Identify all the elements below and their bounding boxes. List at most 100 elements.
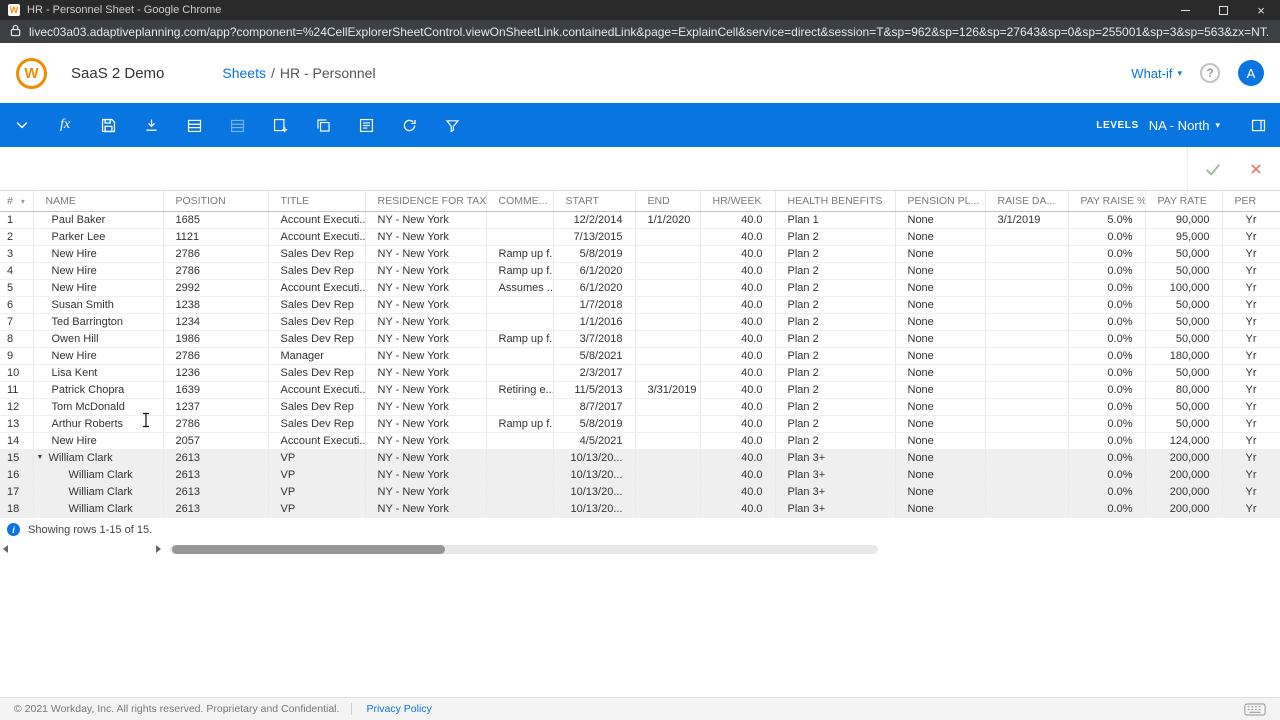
cell-pay_rate[interactable]: 200,000 [1145, 466, 1223, 484]
export-icon[interactable] [141, 115, 161, 135]
cell-per[interactable]: Yr [1222, 228, 1280, 246]
col-header-position[interactable]: POSITION [163, 191, 269, 212]
col-header-hr_week[interactable]: HR/WEEK [700, 191, 776, 212]
cell-per[interactable]: Yr [1222, 364, 1280, 382]
cell-num[interactable]: 7 [0, 313, 34, 331]
cell-residence[interactable]: NY - New York [365, 262, 487, 280]
cell-name[interactable]: Patrick Chopra [33, 381, 164, 399]
cell-pension[interactable]: None [895, 364, 986, 382]
cell-raise_date[interactable] [985, 432, 1069, 450]
cell-name[interactable]: Tom McDonald [33, 398, 164, 416]
filter-icon[interactable] [442, 115, 462, 135]
cell-raise_date[interactable] [985, 279, 1069, 297]
cell-name[interactable]: New Hire [33, 262, 164, 280]
save-icon[interactable] [98, 115, 118, 135]
cell-start[interactable]: 6/1/2020 [553, 262, 636, 280]
cell-hr_week[interactable]: 40.0 [700, 381, 776, 399]
scrollbar-thumb[interactable] [172, 544, 445, 554]
cell-per[interactable]: Yr [1222, 245, 1280, 263]
accept-check-icon[interactable] [1204, 160, 1222, 178]
cell-pension[interactable]: None [895, 398, 986, 416]
cell-end[interactable] [635, 415, 701, 433]
cell-start[interactable]: 4/5/2021 [553, 432, 636, 450]
cell-hr_week[interactable]: 40.0 [700, 262, 776, 280]
cell-start[interactable]: 5/8/2019 [553, 415, 636, 433]
refresh-icon[interactable] [399, 115, 419, 135]
cell-name[interactable]: Susan Smith [33, 296, 164, 314]
cell-start[interactable]: 10/13/20... [553, 483, 636, 501]
cell-position[interactable]: 1238 [163, 296, 269, 314]
collapse-triangle-icon[interactable]: ▼ [37, 454, 44, 461]
cell-comment[interactable] [486, 347, 554, 365]
col-header-comment[interactable]: COMME... [486, 191, 554, 212]
cell-start[interactable]: 8/7/2017 [553, 398, 636, 416]
cell-name[interactable]: New Hire [33, 279, 164, 297]
cell-position[interactable]: 1237 [163, 398, 269, 416]
cell-pension[interactable]: None [895, 483, 986, 501]
cell-name[interactable]: Parker Lee [33, 228, 164, 246]
cell-pay_raise[interactable]: 0.0% [1068, 449, 1146, 467]
cell-name[interactable]: Lisa Kent [33, 364, 164, 382]
cell-per[interactable]: Yr [1222, 466, 1280, 484]
col-header-residence[interactable]: RESIDENCE FOR TAX [365, 191, 487, 212]
cell-end[interactable]: 3/31/2019 [635, 381, 701, 399]
cell-pay_rate[interactable]: 200,000 [1145, 483, 1223, 501]
cell-per[interactable]: Yr [1222, 483, 1280, 501]
cell-health[interactable]: Plan 1 [775, 211, 896, 229]
cell-comment[interactable]: Retiring e... [486, 381, 554, 399]
cell-num[interactable]: 12 [0, 398, 34, 416]
cell-end[interactable] [635, 449, 701, 467]
cell-position[interactable]: 2613 [163, 466, 269, 484]
cell-pay_rate[interactable]: 50,000 [1145, 262, 1223, 280]
cell-comment[interactable] [486, 296, 554, 314]
cell-health[interactable]: Plan 2 [775, 228, 896, 246]
cell-pay_raise[interactable]: 0.0% [1068, 262, 1146, 280]
col-header-end[interactable]: END [635, 191, 701, 212]
col-header-health[interactable]: HEALTH BENEFITS [775, 191, 896, 212]
keyboard-icon[interactable] [1244, 703, 1266, 716]
cell-end[interactable] [635, 432, 701, 450]
cell-raise_date[interactable] [985, 347, 1069, 365]
cell-title[interactable]: Sales Dev Rep [268, 364, 366, 382]
horizontal-scrollbar[interactable] [170, 544, 878, 554]
cell-pension[interactable]: None [895, 466, 986, 484]
cell-position[interactable]: 1234 [163, 313, 269, 331]
cell-title[interactable]: Sales Dev Rep [268, 313, 366, 331]
cell-hr_week[interactable]: 40.0 [700, 228, 776, 246]
cell-pension[interactable]: None [895, 449, 986, 467]
cell-raise_date[interactable] [985, 449, 1069, 467]
cell-health[interactable]: Plan 2 [775, 296, 896, 314]
cell-comment[interactable] [486, 211, 554, 229]
cell-comment[interactable]: Ramp up f... [486, 262, 554, 280]
cell-pay_raise[interactable]: 0.0% [1068, 398, 1146, 416]
cell-per[interactable]: Yr [1222, 279, 1280, 297]
cell-pay_raise[interactable]: 0.0% [1068, 381, 1146, 399]
cell-start[interactable]: 10/13/20... [553, 449, 636, 467]
cell-comment[interactable] [486, 228, 554, 246]
cell-raise_date[interactable] [985, 228, 1069, 246]
cell-health[interactable]: Plan 2 [775, 262, 896, 280]
cell-start[interactable]: 5/8/2019 [553, 245, 636, 263]
level-dropdown[interactable]: NA - North ▾ [1149, 118, 1220, 133]
cell-num[interactable]: 10 [0, 364, 34, 382]
cell-num[interactable]: 6 [0, 296, 34, 314]
breadcrumb-sheets-link[interactable]: Sheets [222, 65, 266, 81]
cell-start[interactable]: 12/2/2014 [553, 211, 636, 229]
cell-pay_raise[interactable]: 0.0% [1068, 364, 1146, 382]
import-rows-icon[interactable] [184, 115, 204, 135]
cell-hr_week[interactable]: 40.0 [700, 466, 776, 484]
cell-num[interactable]: 1 [0, 211, 34, 229]
frozen-pane-scrollbar[interactable] [3, 545, 161, 554]
cell-per[interactable]: Yr [1222, 262, 1280, 280]
cell-num[interactable]: 2 [0, 228, 34, 246]
cell-title[interactable]: Sales Dev Rep [268, 296, 366, 314]
cell-num[interactable]: 11 [0, 381, 34, 399]
cell-hr_week[interactable]: 40.0 [700, 313, 776, 331]
cell-num[interactable]: 9 [0, 347, 34, 365]
cell-position[interactable]: 2786 [163, 415, 269, 433]
cell-per[interactable]: Yr [1222, 381, 1280, 399]
cell-raise_date[interactable] [985, 398, 1069, 416]
cell-per[interactable]: Yr [1222, 296, 1280, 314]
cell-comment[interactable]: Assumes ... [486, 279, 554, 297]
cell-title[interactable]: VP [268, 466, 366, 484]
